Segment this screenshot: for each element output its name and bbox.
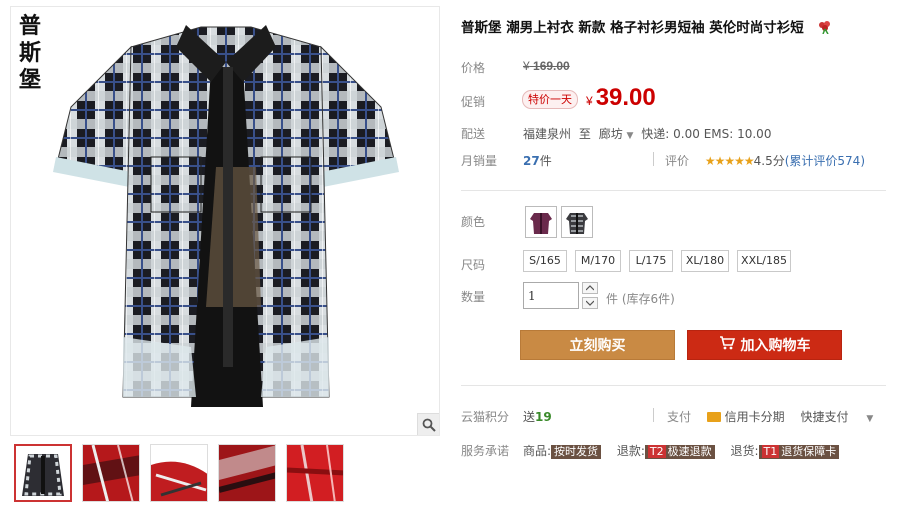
payment-info: 支付 信用卡分期 快捷支付 ▼ — [667, 408, 873, 425]
stock-text: 件 (库存6件) — [606, 292, 675, 306]
return-guarantee-badge[interactable]: T1 退货保障卡 — [758, 445, 840, 459]
shipping-from: 福建泉州 — [523, 127, 572, 141]
shipping-to-word: 至 — [578, 127, 591, 141]
shipping-express: 快递: 0.00 — [641, 127, 700, 141]
credit-card-icon — [706, 412, 721, 422]
service-item1-label: 商品: — [523, 444, 552, 458]
add-to-cart-button[interactable]: 加入购物车 — [687, 330, 842, 360]
price-value: 39.00 — [595, 84, 656, 111]
orig-price-value: 169.00 — [533, 59, 570, 73]
service-item3-label: 退货: — [730, 444, 759, 458]
promo-label: 促销 — [461, 95, 486, 109]
on-time-delivery-badge[interactable]: 按时发货 — [551, 445, 602, 459]
brand-char-2: 斯 — [18, 40, 41, 66]
promo-tag: 特价一天 — [522, 90, 578, 109]
return-guarantee-tag: T1 — [761, 445, 780, 458]
buy-now-label: 立刻购买 — [569, 338, 626, 354]
points-info: 送19 — [523, 408, 552, 425]
payment-label: 支付 — [667, 410, 692, 424]
product-gallery: 普 斯 堡 — [0, 0, 442, 514]
orig-price-label: 价格 — [461, 61, 486, 75]
quick-pay[interactable]: 快捷支付 — [801, 410, 849, 424]
rating: 评价 ★★★★★4.5分(累计评价574) — [665, 152, 865, 169]
points-send: 送 — [523, 410, 536, 424]
thumbnail-strip — [14, 444, 344, 502]
price-currency: ¥ — [586, 94, 593, 108]
star-rating-icon: ★★★★★ — [704, 154, 755, 168]
credit-card-installment[interactable]: 信用卡分期 — [725, 410, 785, 424]
orig-price-currency: ¥ — [523, 59, 530, 73]
product-title: 普斯堡 潮男上衬衣 新款 格子衬衫男短袖 英伦时尚寸衫短 — [461, 16, 833, 38]
thumbnail-2[interactable] — [82, 444, 140, 502]
monthly-sales-label: 月销量 — [461, 154, 498, 168]
quantity-label: 数量 — [461, 290, 486, 304]
brand-logo: 普 斯 堡 — [17, 13, 43, 94]
size-label: 尺码 — [461, 258, 486, 272]
shipping-to-select[interactable]: 廊坊 — [599, 127, 623, 141]
quantity-input[interactable] — [523, 282, 579, 309]
add-to-cart-label: 加入购物车 — [740, 338, 811, 354]
shirt-image — [53, 25, 399, 407]
quantity-decrement-button[interactable] — [582, 297, 598, 309]
fast-refund-badge[interactable]: T2 极速退款 — [644, 445, 715, 459]
thumbnail-4[interactable] — [218, 444, 276, 502]
service-promises: 商品: 按时发货 退款: T2 极速退款 退货: T1 退货保障卡 — [523, 442, 840, 459]
return-guarantee-text: 退货保障卡 — [781, 445, 837, 458]
sales-divider — [653, 152, 654, 166]
buy-now-button[interactable]: 立刻购买 — [520, 330, 675, 360]
rating-label: 评价 — [665, 154, 690, 168]
flower-icon — [817, 20, 833, 38]
size-option-l[interactable]: L/175 — [629, 250, 673, 272]
section-divider-2 — [461, 385, 886, 386]
zoom-icon[interactable] — [417, 413, 439, 435]
size-option-m[interactable]: M/170 — [575, 250, 621, 272]
monthly-sales-count: 27 — [523, 154, 540, 168]
chevron-down-icon[interactable]: ▼ — [866, 414, 873, 424]
orig-price: ¥ 169.00 — [523, 59, 570, 73]
promo-price: ¥39.00 — [586, 84, 656, 112]
points-value: 19 — [535, 410, 552, 424]
review-count-link[interactable]: (累计评价574) — [785, 154, 865, 168]
quantity-increment-button[interactable] — [582, 282, 598, 294]
section-divider — [461, 190, 886, 191]
service-label: 服务承诺 — [461, 444, 510, 458]
service-item2-label: 退款: — [616, 444, 645, 458]
thumbnail-1[interactable] — [14, 444, 72, 502]
points-divider — [653, 408, 654, 422]
chevron-down-icon[interactable]: ▼ — [627, 131, 634, 141]
color-option-purple[interactable] — [525, 206, 557, 238]
points-label: 云猫积分 — [461, 410, 510, 424]
shipping-label: 配送 — [461, 127, 486, 141]
fast-refund-tag: T2 — [647, 445, 666, 458]
thumbnail-3[interactable] — [150, 444, 208, 502]
size-option-s[interactable]: S/165 — [523, 250, 567, 272]
size-option-xxl[interactable]: XXL/185 — [737, 250, 791, 272]
size-option-xl[interactable]: XL/180 — [681, 250, 729, 272]
rating-score: 4.5分 — [753, 154, 785, 168]
monthly-sales: 27件 — [523, 152, 552, 169]
brand-char-1: 普 — [18, 13, 41, 39]
fast-refund-text: 极速退款 — [667, 445, 712, 458]
monthly-sales-unit: 件 — [539, 154, 552, 168]
thumbnail-5[interactable] — [286, 444, 344, 502]
shipping-ems: EMS: 10.00 — [703, 127, 772, 141]
brand-char-3: 堡 — [18, 67, 41, 93]
shipping-info: 福建泉州 至 廊坊 ▼ 快递: 0.00 EMS: 10.00 — [523, 125, 771, 142]
main-product-image[interactable]: 普 斯 堡 — [10, 6, 440, 436]
color-label: 颜色 — [461, 215, 486, 229]
product-title-text: 普斯堡 潮男上衬衣 新款 格子衬衫男短袖 英伦时尚寸衫短 — [461, 20, 804, 36]
product-details: 普斯堡 潮男上衬衣 新款 格子衬衫男短袖 英伦时尚寸衫短 价格 ¥ 169.00… — [445, 0, 900, 514]
cart-icon — [719, 336, 735, 354]
color-option-black[interactable] — [561, 206, 593, 238]
